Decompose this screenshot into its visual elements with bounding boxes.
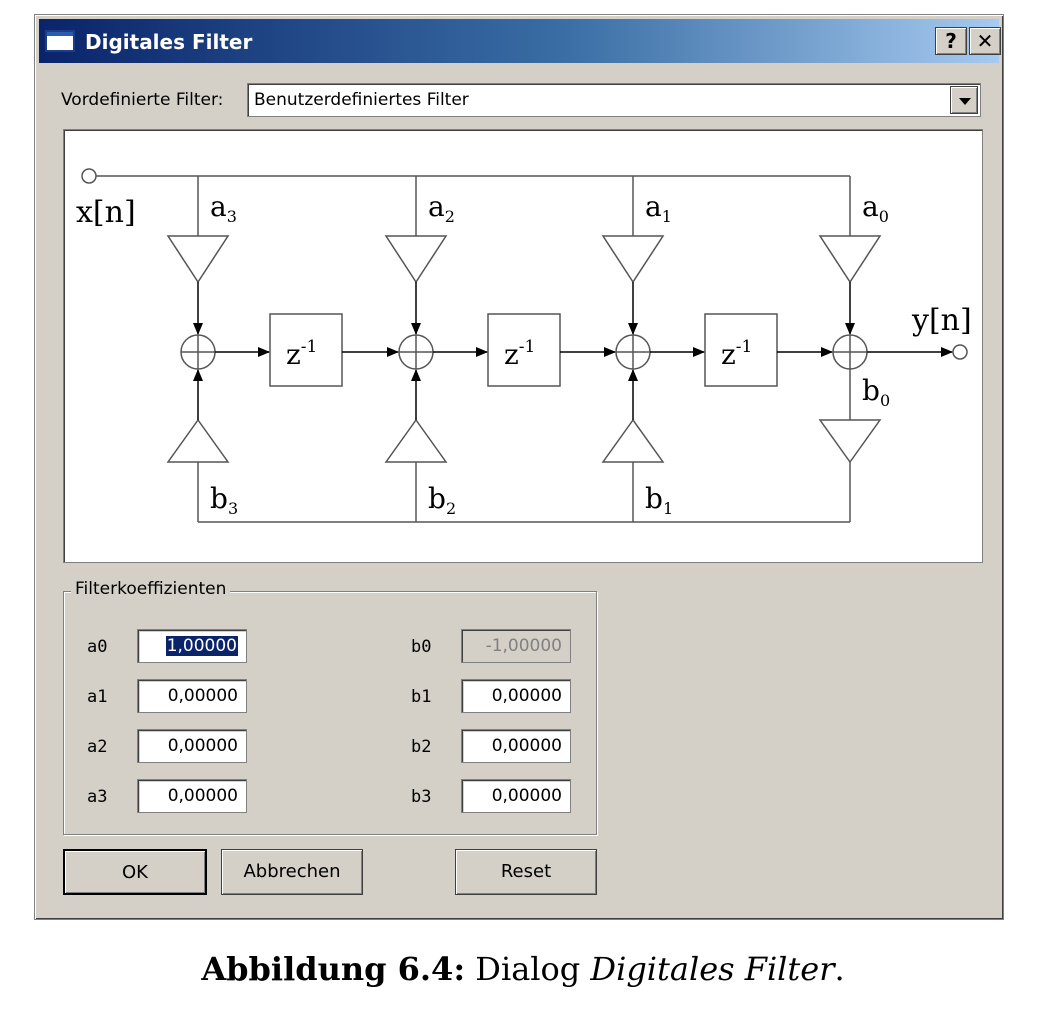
a0-field[interactable]: 1,00000	[137, 629, 247, 663]
caption-prefix: Abbildung 6.4:	[201, 950, 466, 988]
b3-label: b3	[411, 787, 432, 807]
caption-text: Dialog	[465, 950, 591, 988]
window-icon	[45, 30, 75, 52]
b1-label: b1	[411, 687, 432, 707]
a3-label: a3	[210, 190, 237, 226]
output-label: y[n]	[911, 303, 972, 338]
output-terminal	[952, 344, 968, 360]
input-terminal	[81, 168, 97, 184]
filter-diagram: x[n] y[n] z-1 z-1 z-1 a3 a2 a1 a0 b3 b2 …	[63, 129, 983, 563]
a2-field[interactable]: 0,00000	[137, 729, 247, 763]
delay-1-label: z-1	[286, 337, 317, 371]
a1-label: a1	[87, 687, 108, 707]
a2-label: a2	[87, 737, 108, 757]
filter-select-label: Vordefinierte Filter:	[61, 90, 224, 110]
b1-field[interactable]: 0,00000	[461, 679, 571, 713]
b2-field[interactable]: 0,00000	[461, 729, 571, 763]
b0-field: -1,00000	[461, 629, 571, 663]
a0-label: a0	[862, 190, 889, 226]
b2-multiplier	[384, 418, 448, 463]
b2-label: b2	[428, 482, 456, 518]
a3-label: a3	[87, 787, 108, 807]
filter-diagram-svg: x[n] y[n] z-1 z-1 z-1 a3 a2 a1 a0 b3 b2 …	[76, 168, 972, 523]
help-button[interactable]: ?	[935, 27, 967, 55]
b1-label: b1	[645, 482, 673, 518]
b0-multiplier	[818, 419, 882, 464]
caption-suffix: .	[834, 950, 845, 988]
reset-button[interactable]: Reset	[455, 849, 597, 895]
a2-multiplier	[384, 235, 448, 284]
b0-label: b0	[411, 637, 432, 657]
b3-field[interactable]: 0,00000	[461, 779, 571, 813]
b3-label: b3	[210, 482, 238, 518]
a3-multiplier	[166, 235, 230, 284]
a0-multiplier	[818, 235, 882, 284]
input-label: x[n]	[76, 195, 136, 230]
dialog-window: Digitales Filter ? ✕ Vordefinierte Filte…	[34, 14, 1004, 920]
ok-button[interactable]: OK	[63, 849, 207, 895]
filter-select-value: Benutzerdefiniertes Filter	[254, 90, 469, 110]
caption-emphasis: Digitales Filter	[590, 950, 835, 988]
title-bar[interactable]: Digitales Filter ? ✕	[39, 19, 1001, 63]
a0-label: a0	[87, 637, 108, 657]
a2-label: a2	[428, 190, 455, 226]
close-button[interactable]: ✕	[969, 27, 1001, 55]
window-title: Digitales Filter	[85, 30, 253, 54]
b2-label: b2	[411, 737, 432, 757]
a0-value: 1,00000	[165, 636, 238, 656]
filter-select[interactable]: Benutzerdefiniertes Filter	[247, 83, 981, 117]
delay-2-label: z-1	[504, 337, 535, 371]
a1-label: a1	[645, 190, 672, 226]
chevron-down-icon[interactable]	[950, 86, 978, 114]
b0-label: b0	[862, 374, 890, 410]
coefficients-group-title: Filterkoeffizienten	[71, 579, 231, 599]
cancel-button[interactable]: Abbrechen	[221, 849, 363, 895]
a1-field[interactable]: 0,00000	[137, 679, 247, 713]
figure-caption: Abbildung 6.4: Dialog Digitales Filter.	[0, 950, 1046, 988]
b3-multiplier	[166, 418, 230, 463]
delay-3-label: z-1	[721, 337, 752, 371]
a1-multiplier	[601, 235, 665, 284]
b1-multiplier	[601, 418, 665, 463]
a3-field[interactable]: 0,00000	[137, 779, 247, 813]
